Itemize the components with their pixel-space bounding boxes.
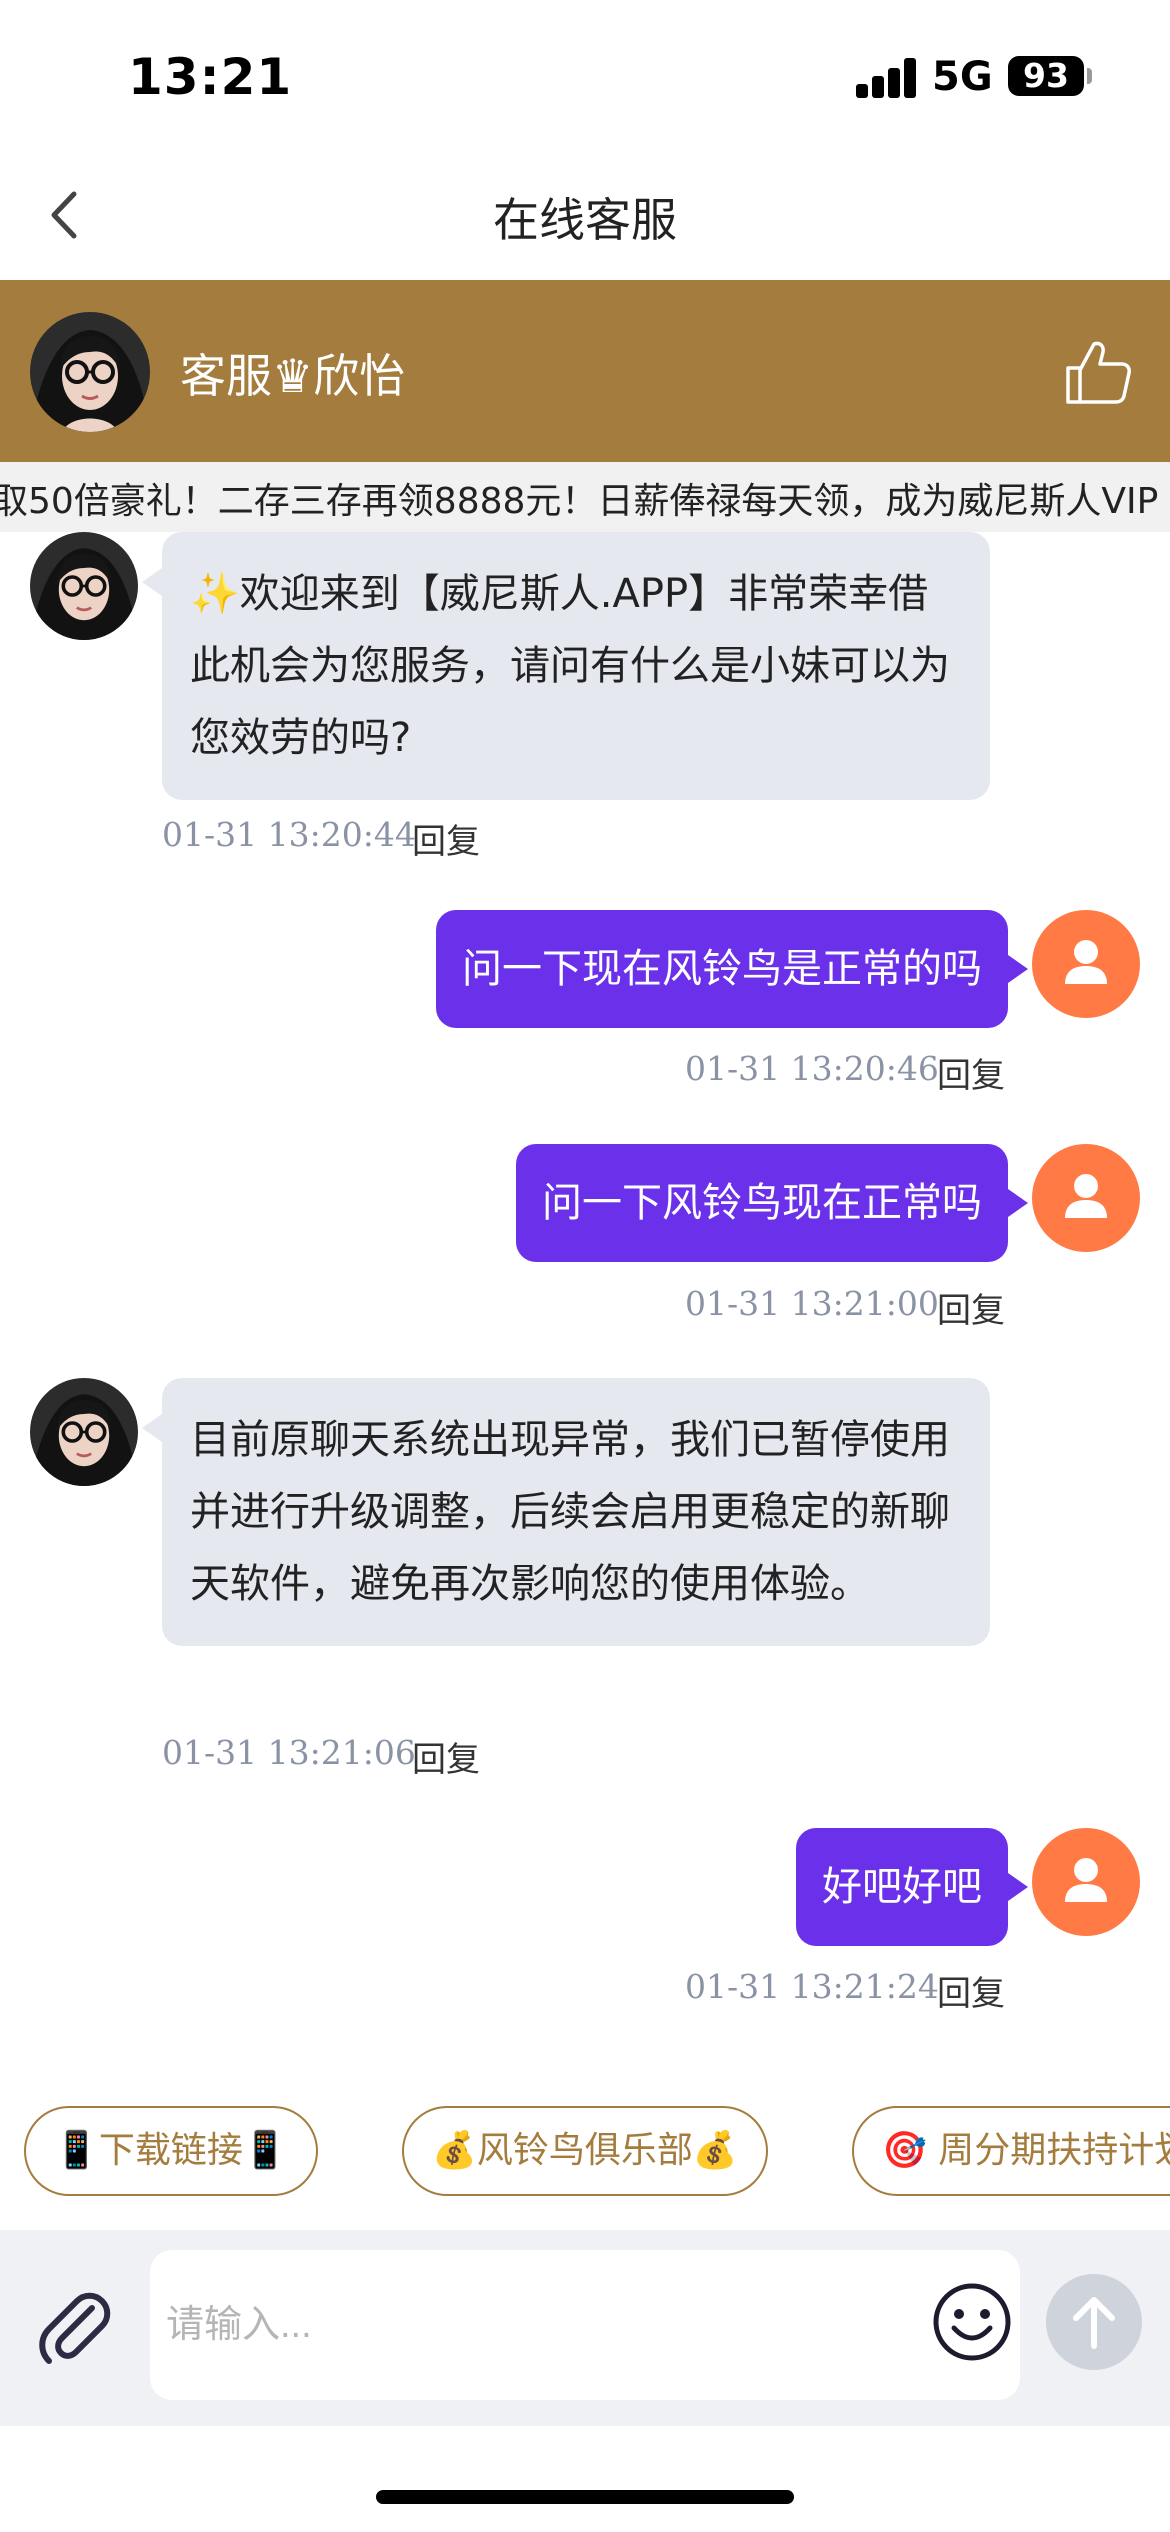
network-label: 5G bbox=[932, 54, 993, 100]
reply-button[interactable]: 回复 bbox=[937, 1048, 1005, 1097]
agent-message-avatar bbox=[30, 1378, 138, 1486]
home-indicator bbox=[376, 2490, 794, 2504]
user-message-bubble[interactable]: 问一下现在风铃鸟是正常的吗 bbox=[436, 910, 1028, 1028]
message-text: 问一下风铃鸟现在正常吗 bbox=[542, 1180, 982, 1226]
message-timestamp: 01-31 13:20:44 bbox=[162, 815, 416, 854]
agent-message-avatar bbox=[30, 532, 138, 640]
agent-message-bubble[interactable]: ✨欢迎来到【威尼斯人.APP】非常荣幸借此机会为您服务，请问有什么是小妹可以为您… bbox=[142, 532, 990, 800]
user-message-bubble[interactable]: 问一下风铃鸟现在正常吗 bbox=[516, 1144, 1028, 1262]
page-title: 在线客服 bbox=[493, 193, 677, 247]
message-text: ✨欢迎来到【威尼斯人.APP】非常荣幸借此机会为您服务，请问有什么是小妹可以为您… bbox=[190, 571, 950, 761]
agent-avatar[interactable] bbox=[30, 312, 150, 432]
message-text: 问一下现在风铃鸟是正常的吗 bbox=[462, 946, 982, 992]
message-text: 目前原聊天系统出现异常，我们已暂停使用并进行升级调整，后续会启用更稳定的新聊天软… bbox=[190, 1417, 950, 1607]
quick-actions-bar: 📱下载链接📱 💰风铃鸟俱乐部💰 🎯 周分期扶持计划 bbox=[0, 2080, 1170, 2230]
smiley-icon bbox=[933, 2283, 1011, 2361]
paperclip-icon bbox=[39, 2292, 111, 2364]
reply-button[interactable]: 回复 bbox=[937, 1966, 1005, 2015]
emoji-button[interactable] bbox=[930, 2280, 1014, 2364]
like-button[interactable] bbox=[1058, 332, 1138, 412]
battery-tip bbox=[1087, 68, 1092, 84]
input-bar bbox=[0, 2230, 1170, 2426]
agent-message-bubble[interactable]: 目前原聊天系统出现异常，我们已暂停使用并进行升级调整，后续会启用更稳定的新聊天软… bbox=[142, 1378, 990, 1646]
reply-button[interactable]: 回复 bbox=[937, 1283, 1005, 1332]
attach-button[interactable] bbox=[34, 2286, 114, 2366]
marquee-text: 取50倍豪礼！二存三存再领8888元！日薪俸禄每天领，成为威尼斯人VIP bbox=[0, 481, 1159, 522]
notice-marquee: 取50倍豪礼！二存三存再领8888元！日薪俸禄每天领，成为威尼斯人VIP bbox=[0, 462, 1170, 532]
message-timestamp: 01-31 13:21:00 bbox=[685, 1284, 939, 1323]
thumbs-up-icon bbox=[1066, 341, 1131, 404]
message-timestamp: 01-31 13:21:24 bbox=[685, 1967, 939, 2006]
message-text: 好吧好吧 bbox=[822, 1864, 982, 1910]
reply-button[interactable]: 回复 bbox=[412, 1732, 480, 1781]
agent-header: 客服♛欣怡 bbox=[0, 280, 1170, 462]
person-icon bbox=[1065, 1858, 1107, 1902]
person-icon bbox=[1065, 1174, 1107, 1218]
battery-icon: 93 bbox=[1008, 56, 1084, 96]
message-timestamp: 01-31 13:21:06 bbox=[162, 1733, 416, 1772]
message-input[interactable] bbox=[150, 2250, 1020, 2400]
agent-name: 客服♛欣怡 bbox=[180, 349, 406, 403]
message-timestamp: 01-31 13:20:46 bbox=[685, 1049, 939, 1088]
quick-action-plan[interactable]: 🎯 周分期扶持计划 bbox=[852, 2106, 1170, 2196]
status-bar: 13:21 5G 93 bbox=[0, 0, 1170, 150]
send-button[interactable] bbox=[1046, 2274, 1142, 2370]
nav-bar: 在线客服 bbox=[0, 150, 1170, 280]
user-avatar bbox=[1032, 1144, 1140, 1252]
signal-icon bbox=[856, 58, 918, 98]
user-avatar bbox=[1032, 910, 1140, 1018]
person-icon bbox=[1065, 940, 1107, 984]
status-time: 13:21 bbox=[128, 48, 293, 106]
quick-action-club[interactable]: 💰风铃鸟俱乐部💰 bbox=[402, 2106, 768, 2196]
user-message-bubble[interactable]: 好吧好吧 bbox=[796, 1828, 1028, 1946]
quick-action-download[interactable]: 📱下载链接📱 bbox=[24, 2106, 318, 2196]
arrow-up-icon bbox=[1073, 2297, 1115, 2349]
user-avatar bbox=[1032, 1828, 1140, 1936]
reply-button[interactable]: 回复 bbox=[412, 814, 480, 863]
